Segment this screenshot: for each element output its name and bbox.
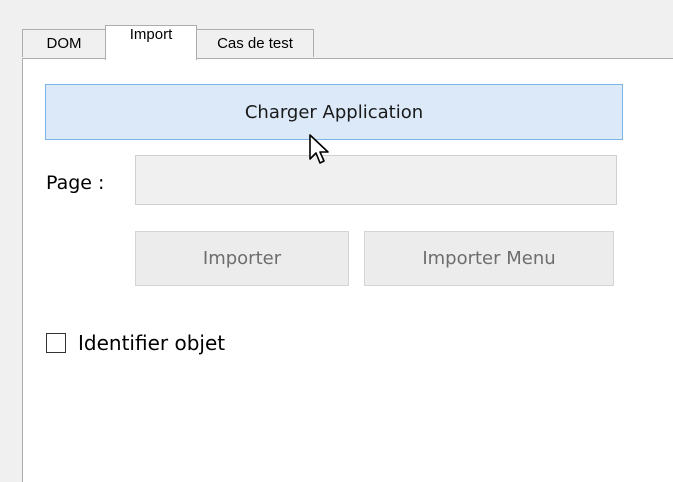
importer-menu-button[interactable]: Importer Menu <box>364 231 614 286</box>
charger-application-button[interactable]: Charger Application <box>45 84 623 140</box>
importer-button[interactable]: Importer <box>135 231 349 286</box>
tab-import[interactable]: Import <box>105 25 197 60</box>
tab-cas-de-test[interactable]: Cas de test <box>196 29 314 57</box>
identifier-objet-label: Identifier objet <box>78 331 226 355</box>
identifier-objet-checkbox[interactable] <box>46 333 66 353</box>
importer-menu-button-label: Importer Menu <box>422 248 556 269</box>
tab-strip: DOM Import Cas de test <box>0 0 673 60</box>
identifier-objet-row[interactable]: Identifier objet <box>46 331 225 355</box>
importer-button-label: Importer <box>202 248 282 269</box>
page-input[interactable] <box>135 155 617 205</box>
page-label: Page : <box>46 172 105 194</box>
app-window: DOM Import Cas de test Charger Applicati… <box>0 0 673 482</box>
charger-application-label: Charger Application <box>244 101 424 123</box>
tab-dom[interactable]: DOM <box>22 29 106 57</box>
arrow-pointer-icon <box>309 134 329 164</box>
